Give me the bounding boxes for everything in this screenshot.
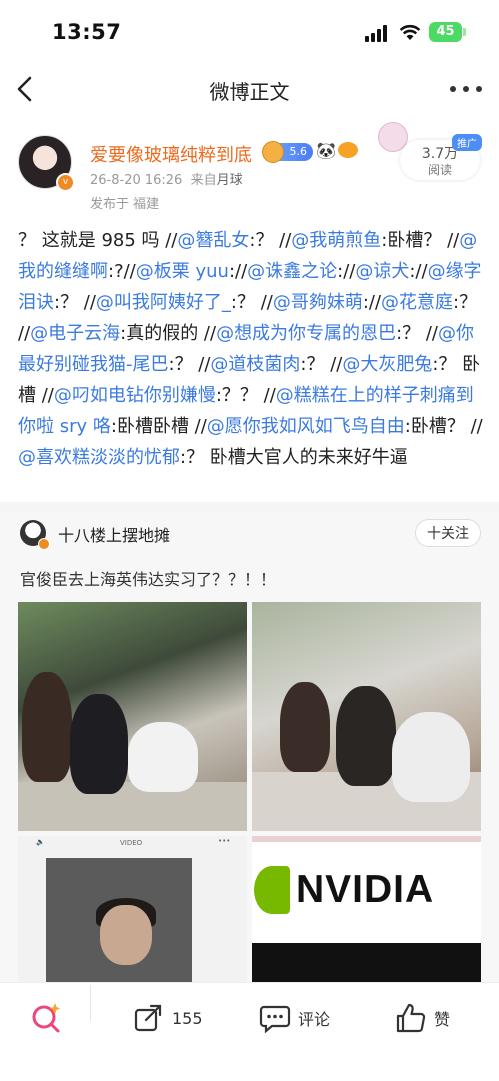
- status-bar: 13:57 45: [0, 0, 499, 62]
- read-label: 阅读: [427, 163, 452, 177]
- nvidia-logo-icon: [254, 866, 290, 914]
- post-meta: 26-8-20 16:26 来自月球: [90, 169, 243, 188]
- retweet-text: 官俊臣去上海英伟达实习了？？！！: [20, 570, 277, 589]
- post-date: 26-8-20 16:26: [90, 173, 183, 188]
- nvidia-top-strip: [252, 836, 481, 842]
- battery-level: 45: [436, 24, 455, 39]
- video-face: [100, 905, 152, 965]
- content-text: ://: [228, 261, 248, 282]
- mention-link[interactable]: @叼如电钻你别嫌慢: [54, 385, 216, 406]
- comment-icon: [259, 1005, 291, 1034]
- nvidia-bottom-strip: [252, 943, 481, 982]
- mention-link[interactable]: @叫我阿姨好了_: [96, 292, 231, 313]
- mention-link[interactable]: @电子云海: [30, 323, 120, 344]
- thumbs-up-icon: [396, 1003, 426, 1033]
- comment-button[interactable]: 评论: [258, 1000, 330, 1036]
- content-text: :卧槽？ //: [404, 416, 483, 437]
- status-time: 13:57: [52, 20, 122, 44]
- battery-icon: 45: [429, 22, 462, 42]
- like-button[interactable]: 赞: [394, 1000, 450, 1036]
- wifi-icon: [399, 24, 421, 40]
- promo-tag: 推广: [452, 134, 482, 151]
- video-header: 🔈 VIDEO •••: [18, 836, 247, 850]
- mention-link[interactable]: @哥夠妹萌: [273, 292, 363, 313]
- mention-link[interactable]: @喜欢糕淡淡的忧郁: [18, 447, 180, 468]
- mention-link[interactable]: @谅犬: [355, 261, 409, 282]
- mention-link[interactable]: @道枝菌肉: [210, 354, 300, 375]
- content-text: ://: [409, 261, 428, 282]
- content-text: ://: [337, 261, 356, 282]
- content-text: :卧槽卧槽 //: [110, 416, 207, 437]
- post-content: ？ 这就是 985 吗 //@簪乱女:？ //@我萌煎鱼:卧槽？ //@我的缝缝…: [18, 225, 484, 473]
- verified-badge-icon: v: [56, 173, 75, 192]
- content-text: :？ //: [249, 230, 292, 251]
- bottom-divider: [90, 985, 91, 1021]
- content-text: :真的假的 //: [120, 323, 217, 344]
- repost-button[interactable]: 155: [132, 1000, 203, 1036]
- source-prefix: 来自: [190, 173, 217, 188]
- content-text: :？ //: [396, 323, 438, 344]
- post-location: 发布于 福建: [90, 197, 160, 212]
- mention-link[interactable]: @我萌煎鱼: [291, 230, 381, 251]
- sparkle-search-icon[interactable]: [29, 1000, 63, 1034]
- content-text: :？？ //: [215, 385, 276, 406]
- content-text: :?//: [108, 261, 136, 282]
- content-text: :？ //: [300, 354, 343, 375]
- content-text: :？ 卧槽大官人的未来好牛逼: [180, 447, 408, 468]
- content-text: :卧槽？ //: [381, 230, 460, 251]
- video-label: VIDEO: [120, 839, 143, 847]
- mention-link[interactable]: @愿你我如风如飞鸟自由: [207, 416, 405, 437]
- content-text: :？ //: [168, 354, 211, 375]
- retweet-author[interactable]: 十八楼上摆地摊: [58, 522, 170, 546]
- content-text: :？ //: [230, 292, 273, 313]
- content-text: ://: [362, 292, 382, 313]
- photo-2[interactable]: [252, 602, 481, 831]
- content-text: ？ 这就是 985 吗 //: [18, 230, 178, 251]
- mention-link[interactable]: @诛鑫之论: [247, 261, 337, 282]
- level-cup-icon: [262, 141, 284, 163]
- repost-count: 155: [172, 1008, 203, 1028]
- video-more-icon: •••: [218, 837, 231, 845]
- panda-icon: 🐼: [316, 141, 336, 160]
- fish-badge-icon: [338, 142, 358, 158]
- content-text: :？ //: [54, 292, 96, 313]
- post-source: 月球: [216, 173, 243, 188]
- mention-link[interactable]: @花意庭: [381, 292, 453, 313]
- retweet-verified-icon: [38, 538, 50, 550]
- level-badge-text: 5.6: [289, 145, 308, 158]
- author-name[interactable]: 爱要像玻璃纯粹到底: [90, 141, 252, 167]
- follow-button[interactable]: 十关注: [415, 519, 481, 547]
- cellular-signal-icon: [365, 25, 391, 42]
- page-title: 微博正文: [209, 80, 290, 104]
- nav-bar: 微博正文: [0, 62, 499, 116]
- like-label: 赞: [434, 1010, 451, 1029]
- speaker-icon: 🔈: [36, 838, 45, 846]
- mention-link[interactable]: @想成为你专属的恩巴: [216, 323, 396, 344]
- mention-link[interactable]: @大灰肥兔: [342, 354, 432, 375]
- repost-icon: [134, 1004, 162, 1032]
- more-options-icon[interactable]: [450, 84, 484, 94]
- mention-link[interactable]: @板栗 yuu: [136, 261, 229, 282]
- section-divider: [0, 502, 499, 512]
- mention-link[interactable]: @簪乱女: [177, 230, 249, 251]
- battery-nub: [463, 28, 466, 36]
- nvidia-wordmark: NVIDIA: [296, 868, 435, 911]
- photo-1[interactable]: [18, 602, 247, 831]
- comment-label: 评论: [298, 1010, 331, 1029]
